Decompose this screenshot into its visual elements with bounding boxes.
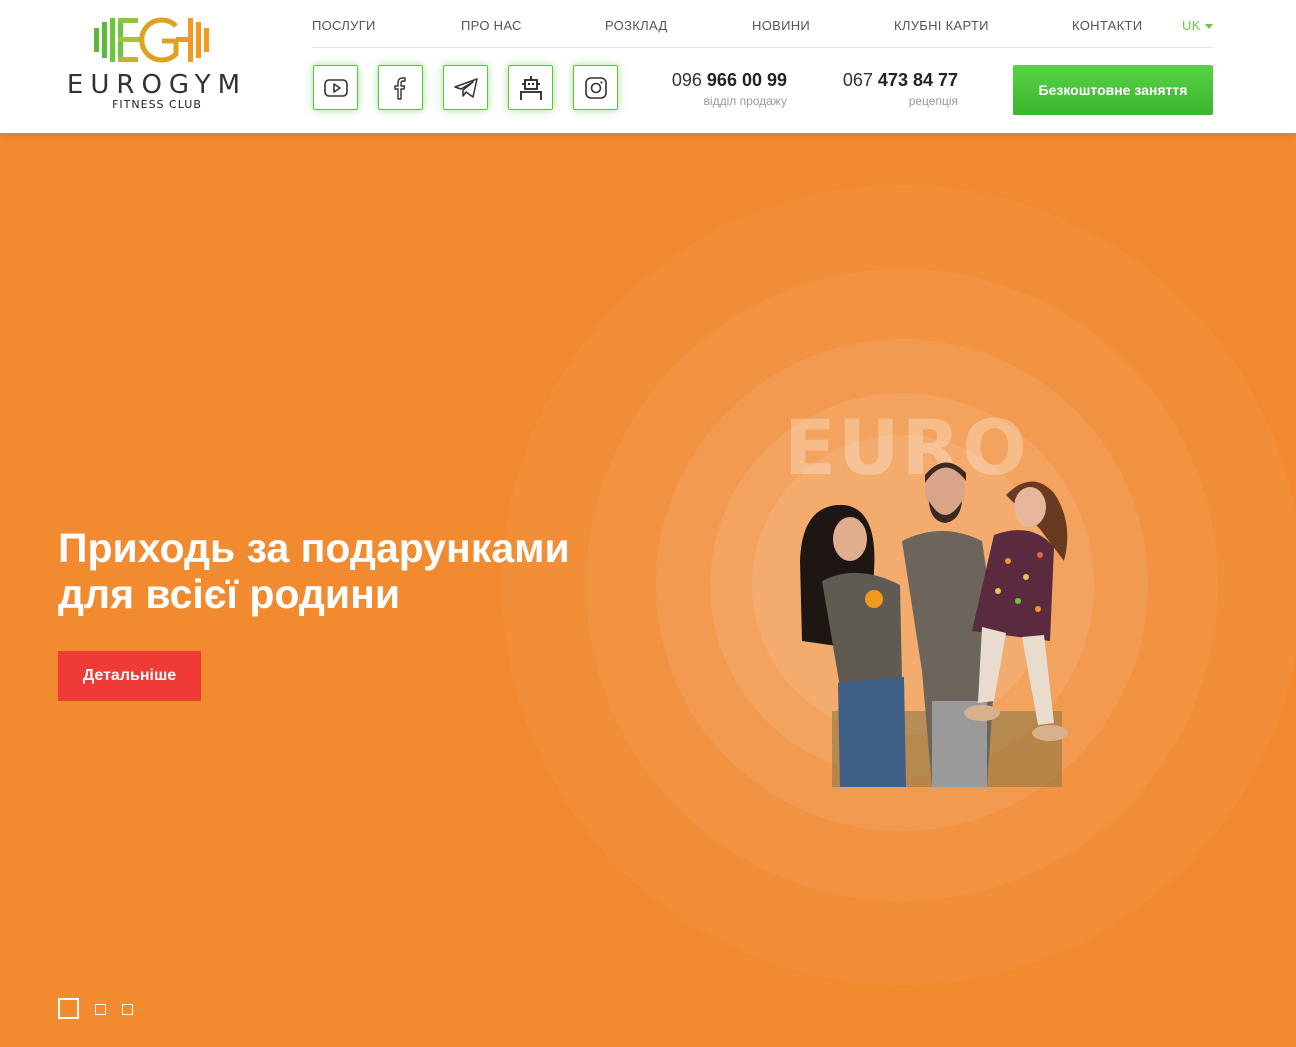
instagram-icon [584,76,607,99]
logo[interactable]: EUROGYM FITNESS CLUB [62,14,252,114]
logo-tagline: FITNESS CLUB [112,98,202,111]
logo-mark-icon [94,17,209,63]
instagram-link[interactable] [573,65,618,110]
main-nav: ПОСЛУГИ ПРО НАС РОЗКЛАД НОВИНИ КЛУБНІ КА… [312,16,1214,48]
language-label: UK [1182,18,1201,33]
caret-down-icon [1204,24,1213,30]
phone-number: 067 473 84 77 [842,70,958,90]
phone-number: 096 966 00 99 [671,70,787,90]
nav-item-news[interactable]: НОВИНИ [752,18,810,33]
logo-wordmark: EUROGYM [66,70,248,100]
details-button[interactable]: Детальніше [58,651,201,701]
facebook-icon [393,76,406,100]
hero-headline-line-1: Приходь за подарунками [58,525,570,571]
language-selector[interactable]: UK [1182,18,1213,33]
hero-slider: EURO Приходь за подарунками для всієї ро… [0,133,1296,1047]
youtube-link[interactable] [313,65,358,110]
free-class-button[interactable]: Безкоштовне заняття [1013,65,1213,115]
nav-item-schedule[interactable]: РОЗКЛАД [605,18,667,33]
telegram-icon [453,77,478,98]
nav-item-contacts[interactable]: КОНТАКТИ [1072,18,1142,33]
facebook-link[interactable] [378,65,423,110]
slider-dot[interactable] [95,1004,106,1015]
slider-dot-active[interactable] [58,998,79,1019]
nav-item-about[interactable]: ПРО НАС [461,18,522,33]
nav-item-club-cards[interactable]: КЛУБНІ КАРТИ [894,18,989,33]
phone-reception[interactable]: 067 473 84 77 рецепція [840,70,958,108]
slider-dot[interactable] [122,1004,133,1015]
phone-caption: відділ продажу [703,94,787,108]
hero-headline: Приходь за подарунками для всієї родини [58,525,570,617]
phone-sales[interactable]: 096 966 00 99 відділ продажу [663,70,787,108]
nav-item-services[interactable]: ПОСЛУГИ [312,18,376,33]
family-photo [800,462,1068,787]
hero-headline-line-2: для всієї родини [58,571,401,617]
youtube-icon [323,78,348,97]
site-header: EUROGYM FITNESS CLUB ПОСЛУГИ ПРО НАС РОЗ… [0,0,1296,133]
chatbot-link[interactable] [508,65,553,110]
telegram-link[interactable] [443,65,488,110]
bot-icon [519,75,542,100]
phone-caption: рецепція [908,94,958,108]
